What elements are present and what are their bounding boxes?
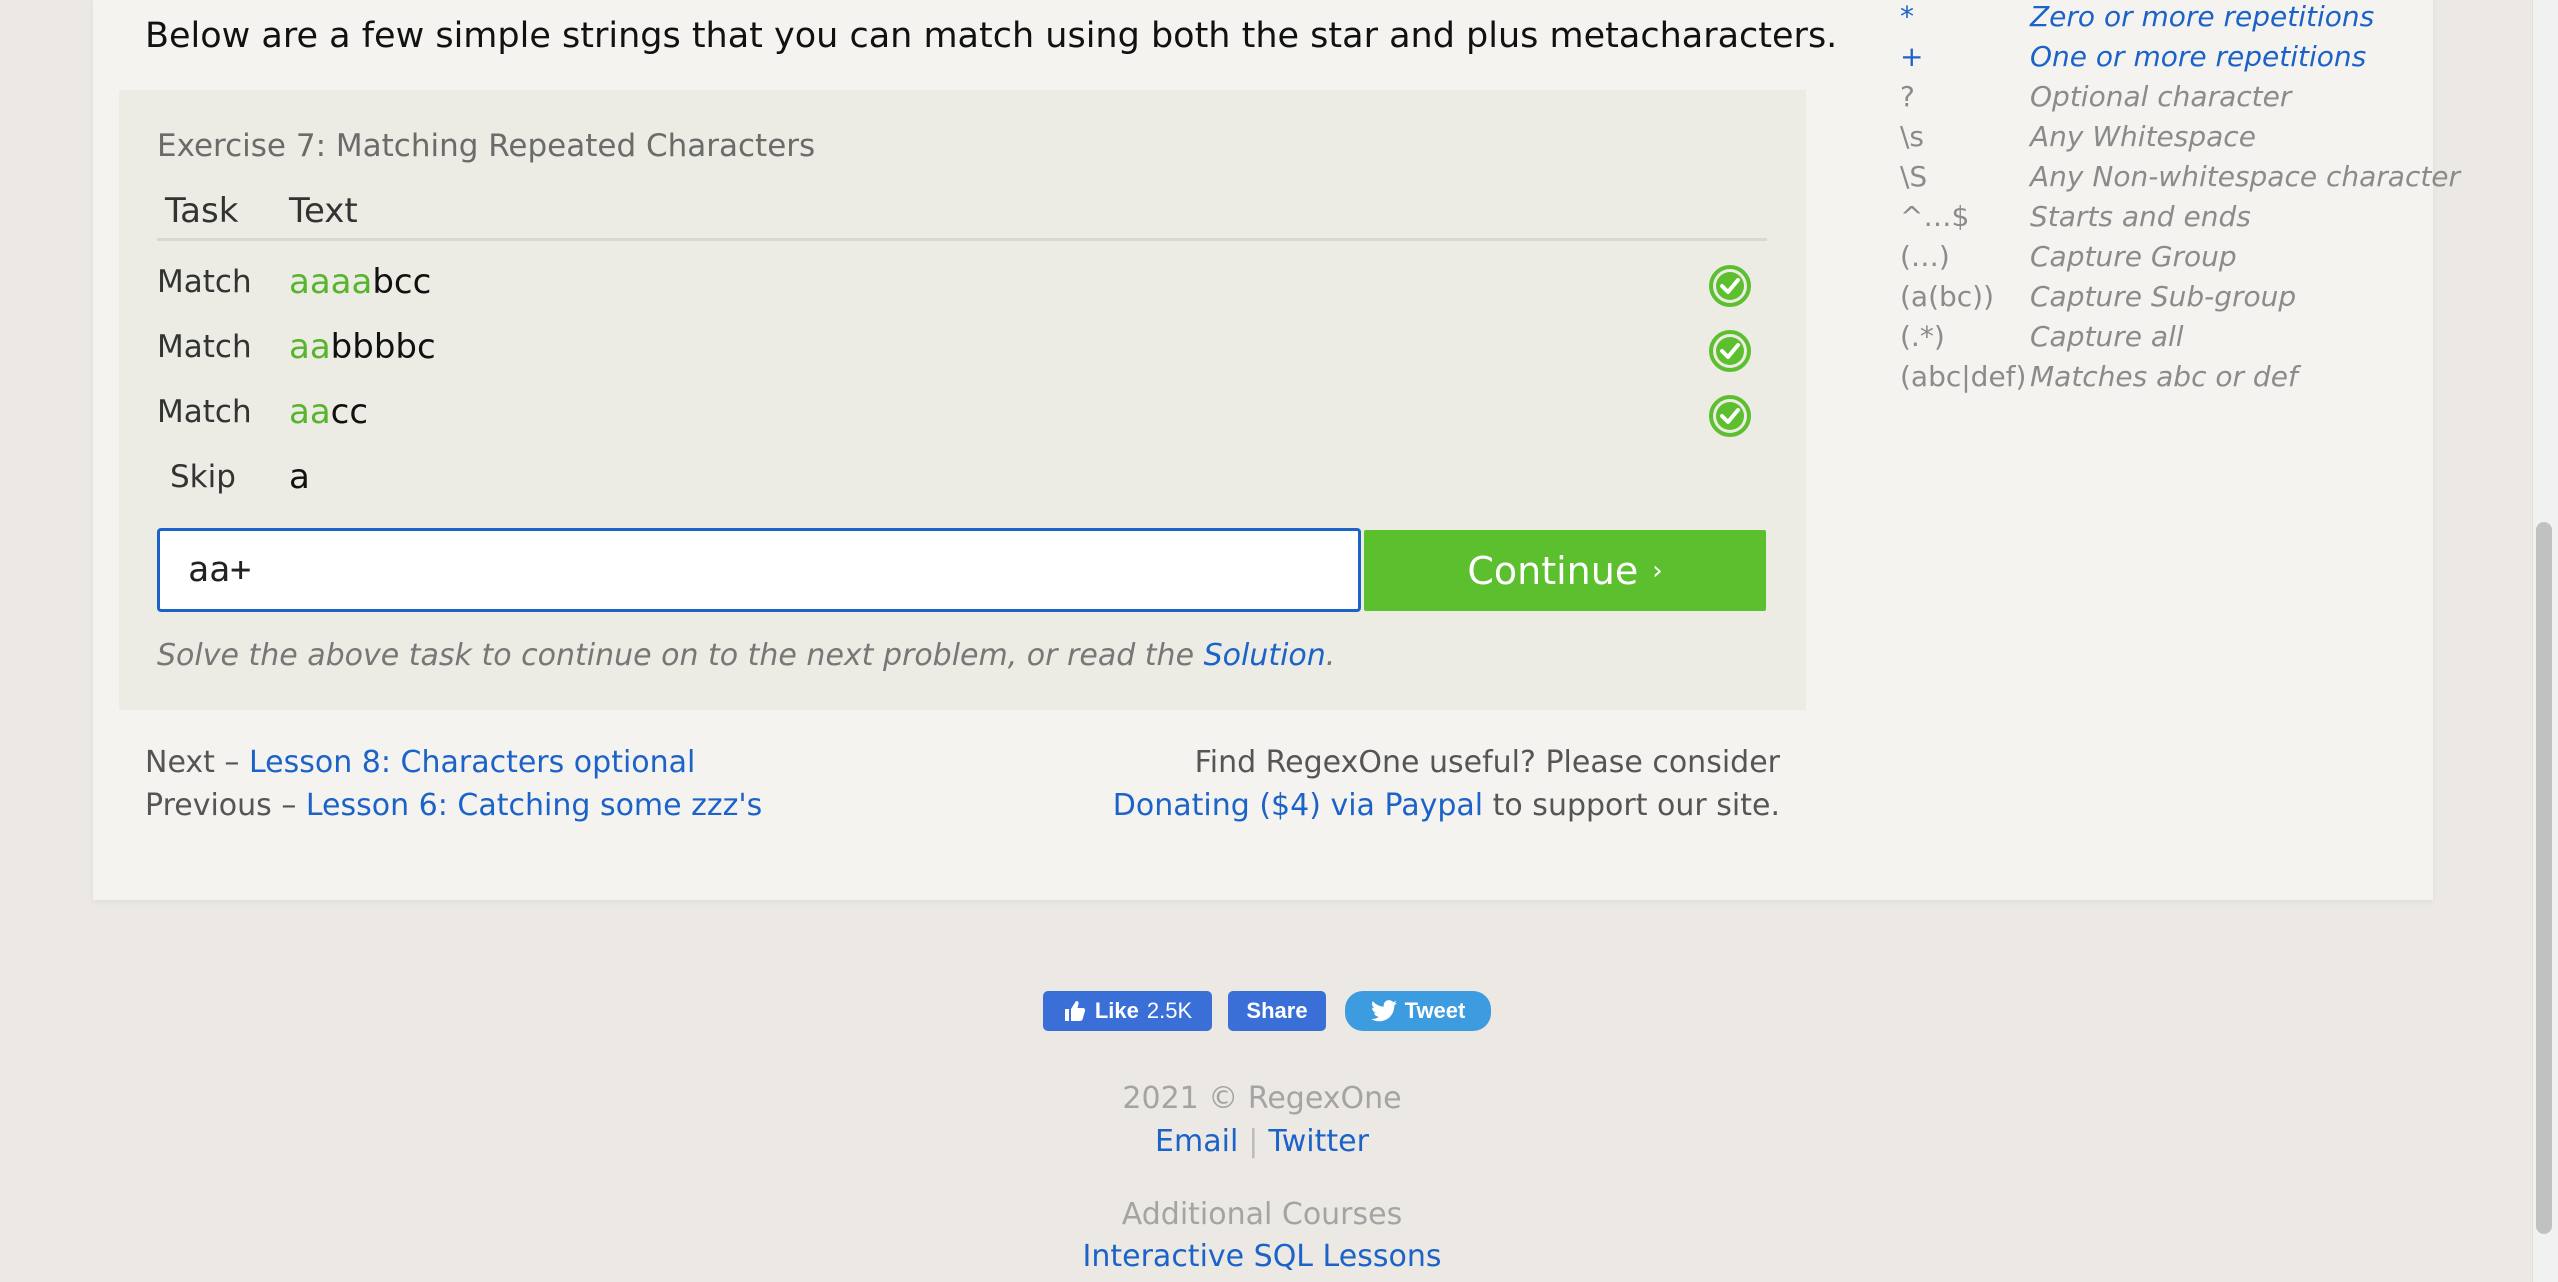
ref-description: Starts and ends [2030, 200, 2251, 233]
tweet-label: Tweet [1404, 998, 1466, 1023]
row-3-rest: cc [330, 392, 369, 432]
row-1-matched: aaaa [289, 262, 373, 302]
column-header-task: Task [165, 191, 239, 231]
donate-line: Donating ($4) via Paypal to support our … [1113, 788, 1780, 823]
row-2-text: aabbbbc [289, 327, 436, 367]
header-divider [157, 238, 1767, 241]
row-3-task: Match [157, 394, 252, 430]
previous-lesson-link[interactable]: Lesson 6: Catching some zzz's [306, 788, 762, 823]
ref-symbol: ^…$ [1900, 200, 1970, 233]
check-icon [1709, 395, 1751, 437]
ref-symbol: (abc|def) [1900, 360, 2027, 393]
twitter-bird-icon [1370, 1000, 1397, 1022]
row-3-matched: aa [289, 392, 331, 432]
sql-lessons-link[interactable]: Interactive SQL Lessons [1083, 1239, 1442, 1274]
like-label: Like [1094, 998, 1139, 1023]
solve-hint: Solve the above task to continue on to t… [157, 638, 1335, 673]
exercise-title: Exercise 7: Matching Repeated Characters [157, 128, 816, 164]
row-1-text: aaaabcc [289, 262, 431, 302]
email-link[interactable]: Email [1155, 1124, 1238, 1159]
hint-suffix: . [1325, 638, 1336, 673]
ref-symbol: * [1900, 0, 1914, 33]
sql-lessons-row: Interactive SQL Lessons [0, 1239, 2524, 1274]
ref-description: Optional character [2030, 80, 2292, 113]
additional-courses-heading: Additional Courses [1121, 1197, 1403, 1232]
next-lesson-link[interactable]: Lesson 8: Characters optional [249, 745, 695, 780]
share-label: Share [1246, 998, 1308, 1023]
hint-text: Solve the above task to continue on to t… [157, 638, 1195, 673]
donate-suffix: to support our site. [1492, 788, 1780, 823]
footer-links: Email | Twitter [0, 1124, 2524, 1159]
donate-link[interactable]: Donating ($4) via Paypal [1113, 788, 1483, 823]
donate-prompt: Find RegexOne useful? Please consider [1194, 745, 1780, 780]
row-4-rest: a [289, 457, 310, 497]
ref-description: Matches abc or def [2030, 360, 2298, 393]
ref-description: Any Non-whitespace character [2030, 160, 2461, 193]
ref-symbol: (.*) [1900, 320, 1945, 353]
lesson-intro: Below are a few simple strings that you … [145, 16, 1838, 56]
row-4-task: Skip [170, 459, 236, 495]
ref-symbol: (a(bc)) [1900, 280, 1995, 313]
ref-description: Capture Sub-group [2030, 280, 2297, 313]
scrollbar-thumb[interactable] [2536, 522, 2552, 1234]
row-1-task: Match [157, 264, 252, 300]
ref-description: Zero or more repetitions [2030, 0, 2375, 33]
check-icon [1709, 330, 1751, 372]
continue-label: Continue [1467, 548, 1639, 593]
ref-description: One or more repetitions [2030, 40, 2367, 73]
facebook-share-button[interactable]: Share [1228, 991, 1326, 1031]
next-prefix: Next – [145, 745, 240, 780]
row-2-rest: bbbbc [330, 327, 436, 367]
ref-description: Capture all [2030, 320, 2184, 353]
ref-description: Capture Group [2030, 240, 2237, 273]
solution-link[interactable]: Solution [1204, 638, 1326, 673]
row-1-rest: bcc [372, 262, 432, 302]
footer-separator: | [1248, 1124, 1259, 1159]
like-count: 2.5K [1146, 998, 1193, 1023]
chevron-right-icon: › [1652, 555, 1663, 586]
ref-symbol: + [1900, 40, 1924, 73]
ref-symbol: \s [1900, 120, 1925, 153]
row-2-matched: aa [289, 327, 331, 367]
row-4-text: a [289, 457, 310, 497]
ref-symbol: \S [1900, 160, 1928, 193]
column-header-text: Text [289, 191, 358, 231]
copyright: 2021 © RegexOne [1122, 1081, 1402, 1116]
row-3-text: aacc [289, 392, 368, 432]
thumbs-up-icon [1064, 1001, 1085, 1021]
prev-prefix: Previous – [145, 788, 297, 823]
twitter-link[interactable]: Twitter [1268, 1124, 1369, 1159]
ref-description: Any Whitespace [2030, 120, 2256, 153]
next-lesson: Next – Lesson 8: Characters optional [145, 745, 695, 780]
tweet-button[interactable]: Tweet [1345, 991, 1491, 1031]
check-icon [1709, 265, 1751, 307]
previous-lesson: Previous – Lesson 6: Catching some zzz's [145, 788, 762, 823]
exercise-panel [119, 90, 1806, 710]
ref-symbol: (…) [1900, 240, 1950, 273]
row-2-task: Match [157, 329, 252, 365]
ref-symbol: ? [1900, 80, 1915, 113]
regex-input[interactable] [157, 528, 1361, 612]
facebook-like-button[interactable]: Like 2.5K [1043, 991, 1212, 1031]
continue-button[interactable]: Continue › [1364, 530, 1766, 611]
